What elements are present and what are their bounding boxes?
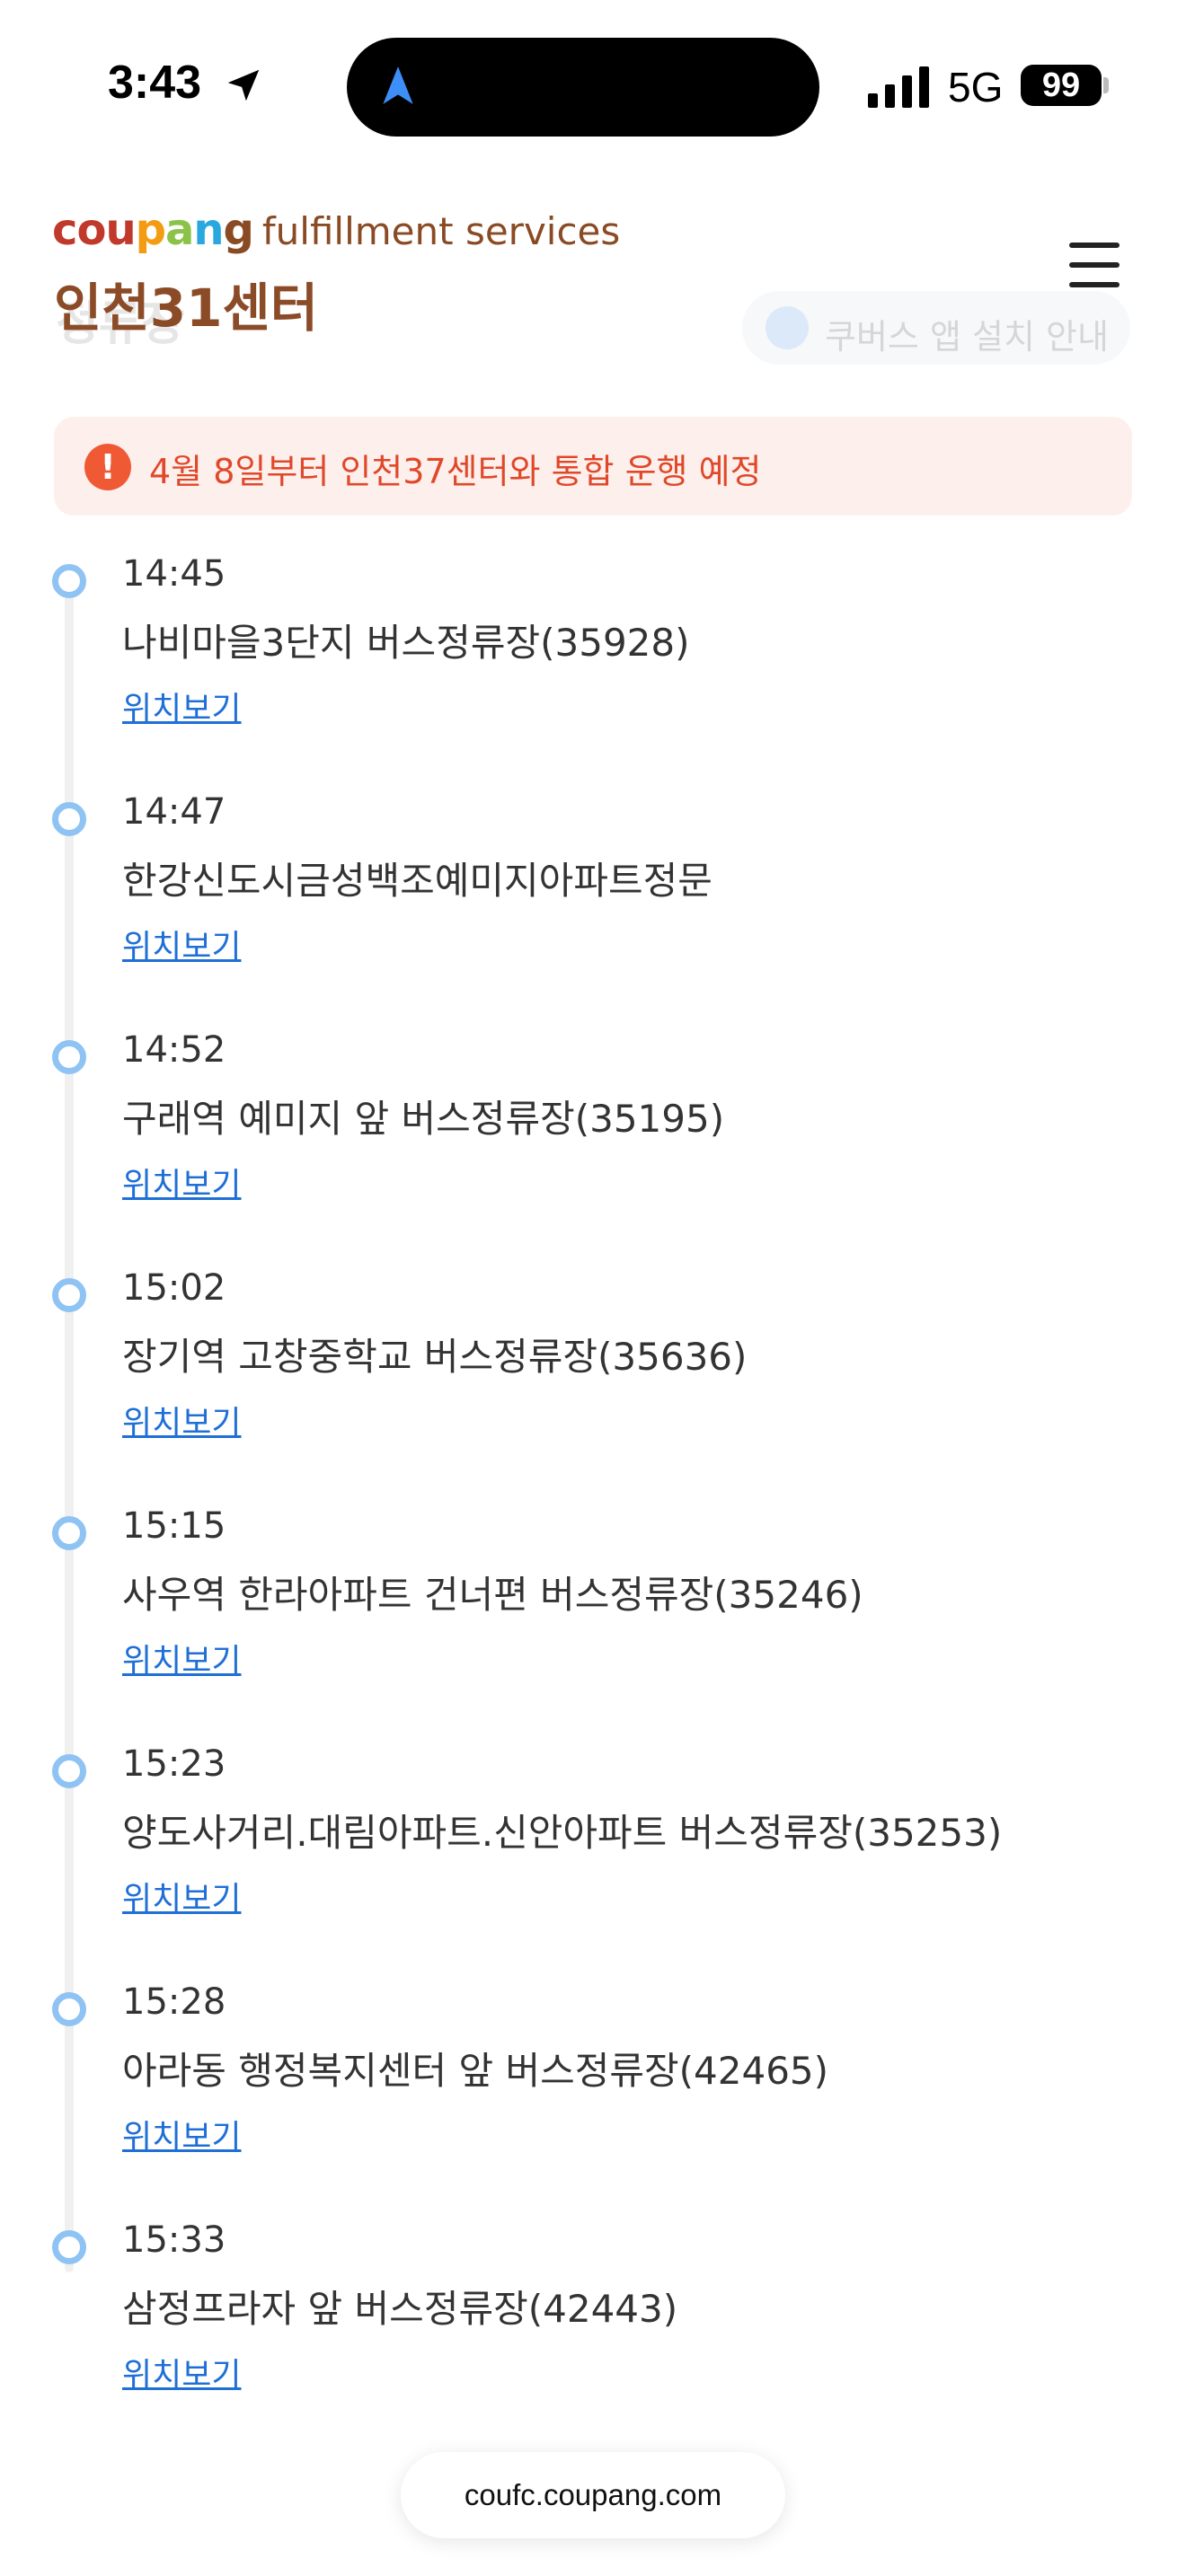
coupang-fulfillment-logo[interactable]: coupang fulfillment services xyxy=(52,205,620,259)
app-install-guide-chip[interactable]: 쿠버스 앱 설치 안내 xyxy=(742,291,1130,365)
stop-time: 14:47 xyxy=(122,791,226,833)
timeline-dot-icon xyxy=(52,1754,86,1788)
stop-item: 14:52 구래역 예미지 앞 버스정류장(35195) 위치보기 xyxy=(0,1029,1186,1236)
logo-suffix: fulfillment services xyxy=(261,209,621,253)
timeline-dot-icon xyxy=(52,1278,86,1312)
bus-app-icon xyxy=(766,306,809,349)
timeline-dot-icon xyxy=(52,564,86,598)
navigation-icon xyxy=(383,66,413,104)
view-location-link[interactable]: 위치보기 xyxy=(122,2111,241,2157)
view-location-link[interactable]: 위치보기 xyxy=(122,683,241,729)
network-type: 5G xyxy=(948,64,1004,110)
view-location-link[interactable]: 위치보기 xyxy=(122,1159,241,1205)
logo-letter: a xyxy=(164,205,194,255)
timeline-dot-icon xyxy=(52,1516,86,1550)
view-location-link[interactable]: 위치보기 xyxy=(122,1873,241,1919)
logo-letter: u xyxy=(105,205,136,255)
logo-letter: c xyxy=(52,205,77,255)
battery-level: 99 xyxy=(1041,66,1081,104)
logo-brand: coupang xyxy=(52,205,254,255)
stop-name: 장기역 고창중학교 버스정류장(35636) xyxy=(122,1335,748,1379)
browser-url-bar[interactable]: coufc.coupang.com xyxy=(401,2452,785,2538)
stop-item: 15:02 장기역 고창중학교 버스정류장(35636) 위치보기 xyxy=(0,1267,1186,1474)
stop-item: 15:28 아라동 행정복지센터 앞 버스정류장(42465) 위치보기 xyxy=(0,1981,1186,2188)
stop-item: 15:15 사우역 한라아파트 건너편 버스정류장(35246) 위치보기 xyxy=(0,1505,1186,1712)
stop-time: 15:15 xyxy=(122,1505,226,1547)
stop-name: 나비마을3단지 버스정류장(35928) xyxy=(122,621,690,665)
stop-name: 구래역 예미지 앞 버스정류장(35195) xyxy=(122,1097,725,1141)
cellular-signal-icon xyxy=(868,66,929,108)
stop-time: 14:45 xyxy=(122,553,226,595)
stop-item: 14:47 한강신도시금성백조예미지아파트정문위치보기 xyxy=(0,791,1186,998)
stop-time: 14:52 xyxy=(122,1029,226,1071)
stop-item: 15:23 양도사거리.대림아파트.신안아파트 버스정류장(35253) 위치보기 xyxy=(0,1743,1186,1950)
timeline-dot-icon xyxy=(52,802,86,836)
stop-name: 삼정프라자 앞 버스정류장(42443) xyxy=(122,2287,678,2331)
stop-name: 사우역 한라아파트 건너편 버스정류장(35246) xyxy=(122,1573,863,1617)
stop-time: 15:28 xyxy=(122,1981,226,2023)
timeline-dot-icon xyxy=(52,1040,86,1074)
battery-icon: 99 xyxy=(1021,65,1102,106)
status-time: 3:43 xyxy=(108,57,202,109)
logo-letter: g xyxy=(223,205,254,255)
logo-letter: o xyxy=(76,205,106,255)
view-location-link[interactable]: 위치보기 xyxy=(122,2349,241,2395)
notice-text: 4월 8일부터 인천37센터와 통합 운행 예정 xyxy=(149,452,762,491)
timeline-dot-icon xyxy=(52,1992,86,2026)
hamburger-menu-icon[interactable] xyxy=(1069,243,1121,287)
stop-name: 한강신도시금성백조예미지아파트정문 xyxy=(122,859,712,903)
logo-letter: n xyxy=(193,205,224,255)
status-bar: 3:43 5G 99 xyxy=(0,0,1186,144)
logo-letter: p xyxy=(135,205,166,255)
stop-name: 양도사거리.대림아파트.신안아파트 버스정류장(35253) xyxy=(122,1811,1003,1855)
notice-banner: ! 4월 8일부터 인천37센터와 통합 운행 예정 xyxy=(54,417,1132,516)
stop-name: 아라동 행정복지센터 앞 버스정류장(42465) xyxy=(122,2049,829,2093)
stop-time: 15:33 xyxy=(122,2219,226,2261)
app-install-guide-label: 쿠버스 앱 설치 안내 xyxy=(825,317,1109,357)
view-location-link[interactable]: 위치보기 xyxy=(122,921,241,967)
stop-item: 14:45 나비마을3단지 버스정류장(35928) 위치보기 xyxy=(0,553,1186,760)
view-location-link[interactable]: 위치보기 xyxy=(122,1635,241,1681)
stop-time: 15:02 xyxy=(122,1267,226,1309)
view-location-link[interactable]: 위치보기 xyxy=(122,1397,241,1443)
battery-tip xyxy=(1103,77,1109,93)
stop-item: 15:33 삼정프라자 앞 버스정류장(42443) 위치보기 xyxy=(0,2219,1186,2426)
alert-icon: ! xyxy=(84,444,131,490)
center-name: 인천31센터 xyxy=(54,278,319,339)
location-arrow-icon xyxy=(227,69,260,101)
stop-time: 15:23 xyxy=(122,1743,226,1785)
timeline-dot-icon xyxy=(52,2230,86,2264)
